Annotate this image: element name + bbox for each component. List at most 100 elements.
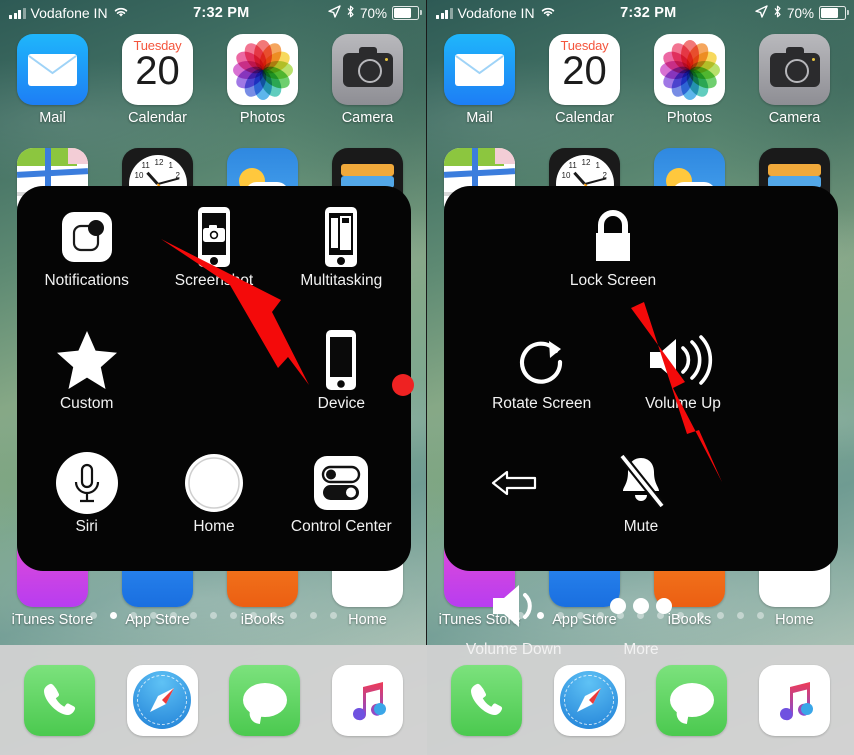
rotate-arrow-icon: [511, 329, 573, 391]
photos-icon: [227, 34, 298, 105]
menu-item-multitasking[interactable]: Multitasking: [278, 200, 405, 323]
star-custom-icon: [54, 329, 120, 391]
camera-icon: [332, 34, 403, 105]
menu-item-siri[interactable]: Siri: [23, 446, 150, 569]
app-icon-camera[interactable]: Camera: [744, 34, 845, 126]
battery-percent-label: 70%: [786, 5, 814, 21]
menu-item-more[interactable]: More: [577, 569, 704, 692]
photos-icon: [654, 34, 725, 105]
wifi-icon: [540, 5, 556, 21]
menu-item-label: Home: [193, 518, 235, 535]
cellular-bars-icon: [9, 7, 26, 19]
page-dot[interactable]: [230, 612, 237, 619]
app-icon-photos[interactable]: Photos: [212, 34, 313, 126]
menu-item-label: Lock Screen: [569, 272, 657, 289]
music-note-icon[interactable]: [332, 664, 404, 736]
camera-icon: [759, 34, 830, 105]
siri-microphone-icon: [55, 452, 118, 514]
app-label: Camera: [341, 110, 394, 126]
home-circle-icon: [183, 452, 245, 514]
app-icon-mail[interactable]: Mail: [2, 34, 103, 126]
menu-item-label: Screenshot: [174, 272, 254, 289]
calendar-icon: Tuesday 20: [549, 34, 620, 105]
menu-item-mute[interactable]: Mute: [577, 446, 704, 569]
menu-item-label: Device: [317, 395, 366, 412]
menu-item-label: Notifications: [44, 272, 129, 289]
mail-icon: [17, 34, 88, 105]
safari-compass-icon[interactable]: [126, 664, 198, 736]
location-arrow-icon: [328, 5, 341, 21]
cellular-bars-icon: [436, 7, 453, 19]
menu-item-lock-screen[interactable]: Lock Screen: [535, 200, 690, 323]
menu-item-label: Mute: [623, 518, 659, 535]
page-dot[interactable]: [150, 612, 157, 619]
app-icon-calendar[interactable]: Tuesday 20 Calendar: [534, 34, 635, 126]
page-dot[interactable]: [290, 612, 297, 619]
status-bar-left: Vodafone IN 7:32 PM 70%: [0, 0, 427, 26]
app-row-1: Mail Tuesday 20 Calendar Photos Camera: [427, 34, 854, 126]
clock-label: 7:32 PM: [620, 5, 677, 21]
carrier-label: Vodafone IN: [30, 5, 108, 21]
page-dot[interactable]: [250, 612, 257, 619]
volume-down-icon: [483, 575, 545, 637]
calendar-date: 20: [135, 49, 180, 93]
app-icon-mail[interactable]: Mail: [429, 34, 530, 126]
app-label: Calendar: [128, 110, 187, 126]
menu-item-label: Volume Up: [645, 395, 721, 412]
page-dot[interactable]: [270, 612, 277, 619]
bell-slash-mute-icon: [608, 452, 674, 514]
bluetooth-icon: [773, 5, 782, 21]
right-phone-screen: Vodafone IN 7:32 PM 70% Mail Tuesday 20 …: [427, 0, 854, 755]
page-indicator-dots-left[interactable]: [0, 612, 427, 619]
page-dot[interactable]: [210, 612, 217, 619]
app-icon-photos[interactable]: Photos: [639, 34, 740, 126]
menu-item-volume-up[interactable]: Volume Up: [619, 323, 746, 446]
dock-left: [0, 645, 427, 755]
left-phone-screen: Vodafone IN 7:32 PM 70% Mail Tuesday 20 …: [0, 0, 427, 755]
menu-item-label: Volume Down: [465, 641, 562, 658]
page-dot[interactable]: [190, 612, 197, 619]
menu-item-label: More: [623, 641, 659, 658]
menu-item-screenshot[interactable]: Screenshot: [150, 200, 277, 323]
page-dot[interactable]: [130, 612, 137, 619]
device-menu-panel[interactable]: Lock Screen Rotate Screen Volume Up Mute…: [444, 186, 838, 658]
menu-item-rotate-screen[interactable]: Rotate Screen: [464, 323, 619, 446]
battery-icon: [819, 6, 849, 20]
page-dot[interactable]: [310, 612, 317, 619]
location-arrow-icon: [755, 5, 768, 21]
app-label: Photos: [239, 110, 286, 126]
calendar-date: 20: [562, 49, 607, 93]
menu-item-control-center[interactable]: Control Center: [278, 446, 405, 569]
messages-bubble-icon[interactable]: [229, 664, 301, 736]
carrier-label: Vodafone IN: [457, 5, 535, 21]
menu-item-device[interactable]: Device: [278, 323, 405, 446]
menu-item-home[interactable]: Home: [150, 446, 277, 569]
assistivetouch-menu-panel[interactable]: Notifications Screenshot Multitasking Cu…: [17, 186, 411, 571]
page-dot[interactable]: [170, 612, 177, 619]
menu-item-label: Rotate Screen: [492, 395, 592, 412]
menu-item-custom[interactable]: Custom: [23, 323, 150, 446]
phone-icon[interactable]: [23, 664, 95, 736]
more-dots-icon: [606, 575, 676, 637]
app-label: Mail: [39, 110, 66, 126]
menu-item-label: Control Center: [290, 518, 392, 535]
menu-item-label: Siri: [75, 518, 98, 535]
mail-icon: [444, 34, 515, 105]
page-dot[interactable]: [330, 612, 337, 619]
notifications-icon: [61, 206, 112, 268]
app-icon-camera[interactable]: Camera: [317, 34, 418, 126]
panel-divider: [426, 0, 427, 645]
app-label: Photos: [666, 110, 713, 126]
menu-item-back-arrow[interactable]: [450, 446, 577, 569]
battery-percent-label: 70%: [359, 5, 387, 21]
clock-label: 7:32 PM: [193, 5, 250, 21]
status-bar-right: Vodafone IN 7:32 PM 70%: [427, 0, 854, 26]
menu-item-volume-down[interactable]: Volume Down: [450, 569, 577, 692]
menu-item-notifications[interactable]: Notifications: [23, 200, 150, 323]
app-icon-calendar[interactable]: Tuesday 20 Calendar: [107, 34, 208, 126]
back-arrow-icon: [491, 452, 537, 514]
menu-item-label: Custom: [59, 395, 114, 412]
page-dot[interactable]: [90, 612, 97, 619]
page-dot[interactable]: [110, 612, 117, 619]
app-row-1: Mail Tuesday 20 Calendar Photos Camera: [0, 34, 427, 126]
